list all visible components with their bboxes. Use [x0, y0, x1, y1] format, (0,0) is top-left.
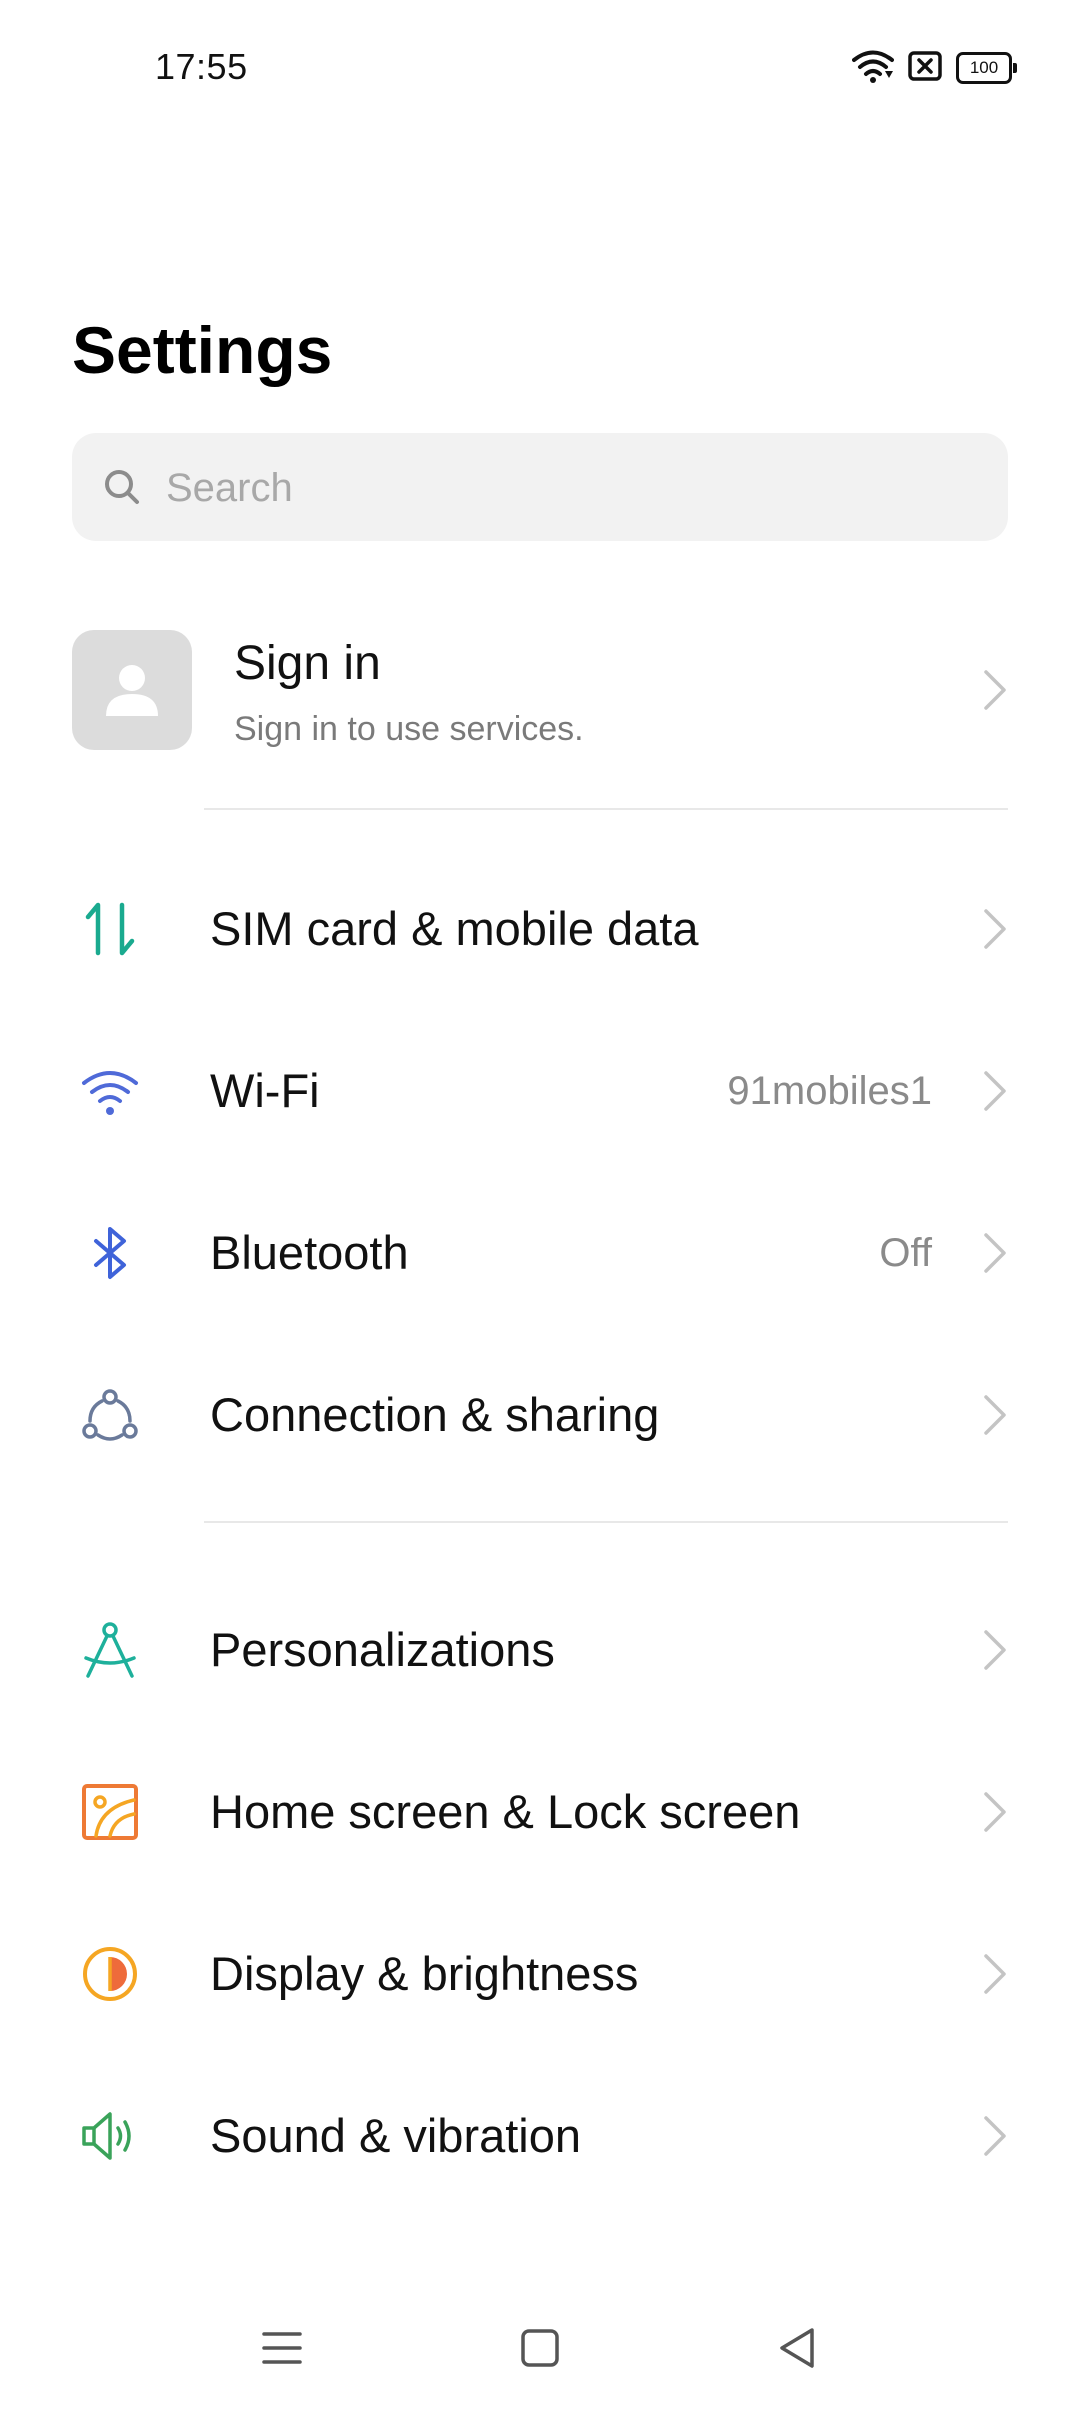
chevron-right-icon [984, 670, 1006, 710]
chevron-right-icon [984, 1630, 1006, 1670]
back-nav-icon[interactable] [768, 2318, 828, 2378]
settings-item-label: Personalizations [210, 1623, 555, 1676]
settings-item-label: Sound & vibration [210, 2109, 582, 2162]
search-input[interactable] [164, 433, 988, 543]
settings-item-display-brightness[interactable]: Display & brightness [0, 1893, 1080, 2055]
compass-icon [84, 1622, 136, 1678]
sign-in-subtitle: Sign in to use services. [234, 710, 584, 748]
search-icon [105, 470, 139, 504]
settings-item-label: Bluetooth [210, 1226, 409, 1279]
settings-item-label: Home screen & Lock screen [210, 1785, 801, 1838]
account-sign-in[interactable]: Sign in Sign in to use services. [0, 600, 1080, 780]
page-title: Settings [72, 313, 333, 387]
menu-nav-icon[interactable] [252, 2318, 312, 2378]
wifi-icon [852, 49, 894, 88]
home-lock-screen-icon [82, 1784, 138, 1840]
avatar [72, 630, 192, 750]
status-icons: 100 [852, 48, 1017, 88]
connection-sharing-icon [82, 1389, 138, 1441]
sign-in-title: Sign in [234, 637, 381, 690]
mobile-data-icon [85, 902, 135, 956]
settings-item-connection-sharing[interactable]: Connection & sharing [0, 1334, 1080, 1496]
status-time: 17:55 [155, 46, 248, 87]
navigation-bar [0, 2290, 1080, 2412]
divider [204, 1521, 1008, 1523]
battery-icon: 100 [956, 52, 1017, 84]
settings-item-label: Connection & sharing [210, 1388, 660, 1441]
status-bar: 17:55 100 [0, 0, 1080, 140]
settings-item-wifi[interactable]: Wi-Fi 91mobiles1 [0, 1010, 1080, 1172]
settings-item-bluetooth[interactable]: Bluetooth Off [0, 1172, 1080, 1334]
settings-item-value: Off [879, 1231, 932, 1275]
display-brightness-icon [83, 1947, 137, 2001]
chevron-right-icon [984, 2116, 1006, 2156]
chevron-right-icon [984, 909, 1006, 949]
settings-item-sim-card[interactable]: SIM card & mobile data [0, 848, 1080, 1010]
divider [204, 808, 1008, 810]
settings-item-personalizations[interactable]: Personalizations [0, 1569, 1080, 1731]
wifi-icon [82, 1071, 138, 1115]
settings-item-label: Wi-Fi [210, 1064, 320, 1117]
speaker-icon [82, 2112, 131, 2160]
settings-item-label: Display & brightness [210, 1947, 639, 2000]
search-bar[interactable] [72, 433, 1008, 543]
sim-error-icon [908, 50, 942, 86]
chevron-right-icon [984, 1395, 1006, 1435]
settings-item-home-lock-screen[interactable]: Home screen & Lock screen [0, 1731, 1080, 1893]
settings-item-sound-vibration[interactable]: Sound & vibration [0, 2055, 1080, 2217]
chevron-right-icon [984, 1954, 1006, 1994]
home-nav-icon[interactable] [510, 2318, 570, 2378]
settings-item-value: 91mobiles1 [727, 1069, 932, 1113]
bluetooth-icon [94, 1227, 126, 1279]
settings-item-label: SIM card & mobile data [210, 902, 699, 955]
chevron-right-icon [984, 1233, 1006, 1273]
chevron-right-icon [984, 1071, 1006, 1111]
person-icon [106, 665, 158, 716]
chevron-right-icon [984, 1792, 1006, 1832]
